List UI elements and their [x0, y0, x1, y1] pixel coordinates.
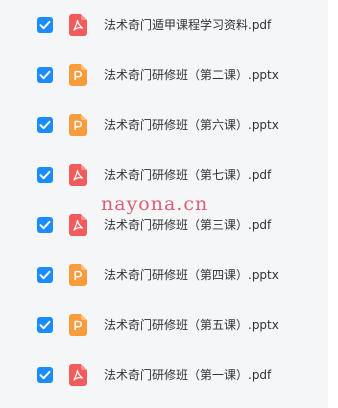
file-name[interactable]: 法术奇门研修班（第一课）.pdf: [104, 366, 271, 384]
file-row[interactable]: 法术奇门研修班（第七课）.pdf: [0, 150, 328, 200]
pdf-file-icon: [69, 364, 87, 386]
file-name[interactable]: 法术奇门研修班（第七课）.pdf: [104, 166, 271, 184]
pptx-file-icon: [69, 264, 87, 286]
file-name[interactable]: 法术奇门研修班（第二课）.pptx: [104, 66, 279, 84]
pdf-file-icon: [69, 214, 87, 236]
file-name[interactable]: 法术奇门研修班（第三课）.pdf: [104, 216, 271, 234]
pptx-file-icon: [69, 314, 87, 336]
file-checkbox[interactable]: [37, 17, 53, 33]
file-checkbox[interactable]: [37, 317, 53, 333]
file-row[interactable]: 法术奇门研修班（第五课）.pptx: [0, 300, 328, 350]
scrollbar-track[interactable]: [328, 0, 338, 408]
pptx-file-icon: [69, 64, 87, 86]
file-checkbox[interactable]: [37, 367, 53, 383]
file-name[interactable]: 法术奇门遁甲课程学习资料.pdf: [104, 16, 271, 34]
file-list: 法术奇门遁甲课程学习资料.pdf 法术奇门研修班（第二课）.pptx 法术奇门研修班…: [0, 0, 328, 400]
file-checkbox[interactable]: [37, 217, 53, 233]
file-checkbox[interactable]: [37, 67, 53, 83]
file-checkbox[interactable]: [37, 117, 53, 133]
file-list-panel: 法术奇门遁甲课程学习资料.pdf 法术奇门研修班（第二课）.pptx 法术奇门研修班…: [0, 0, 328, 408]
file-name[interactable]: 法术奇门研修班（第四课）.pptx: [104, 266, 279, 284]
pdf-file-icon: [69, 14, 87, 36]
pptx-file-icon: [69, 114, 87, 136]
file-row[interactable]: 法术奇门研修班（第一课）.pdf: [0, 350, 328, 400]
file-checkbox[interactable]: [37, 167, 53, 183]
file-row[interactable]: 法术奇门研修班（第四课）.pptx: [0, 250, 328, 300]
file-row[interactable]: 法术奇门研修班（第三课）.pdf: [0, 200, 328, 250]
file-checkbox[interactable]: [37, 267, 53, 283]
pdf-file-icon: [69, 164, 87, 186]
file-name[interactable]: 法术奇门研修班（第五课）.pptx: [104, 316, 279, 334]
file-row[interactable]: 法术奇门研修班（第六课）.pptx: [0, 100, 328, 150]
file-name[interactable]: 法术奇门研修班（第六课）.pptx: [104, 116, 279, 134]
file-row[interactable]: 法术奇门遁甲课程学习资料.pdf: [0, 0, 328, 50]
file-row[interactable]: 法术奇门研修班（第二课）.pptx: [0, 50, 328, 100]
